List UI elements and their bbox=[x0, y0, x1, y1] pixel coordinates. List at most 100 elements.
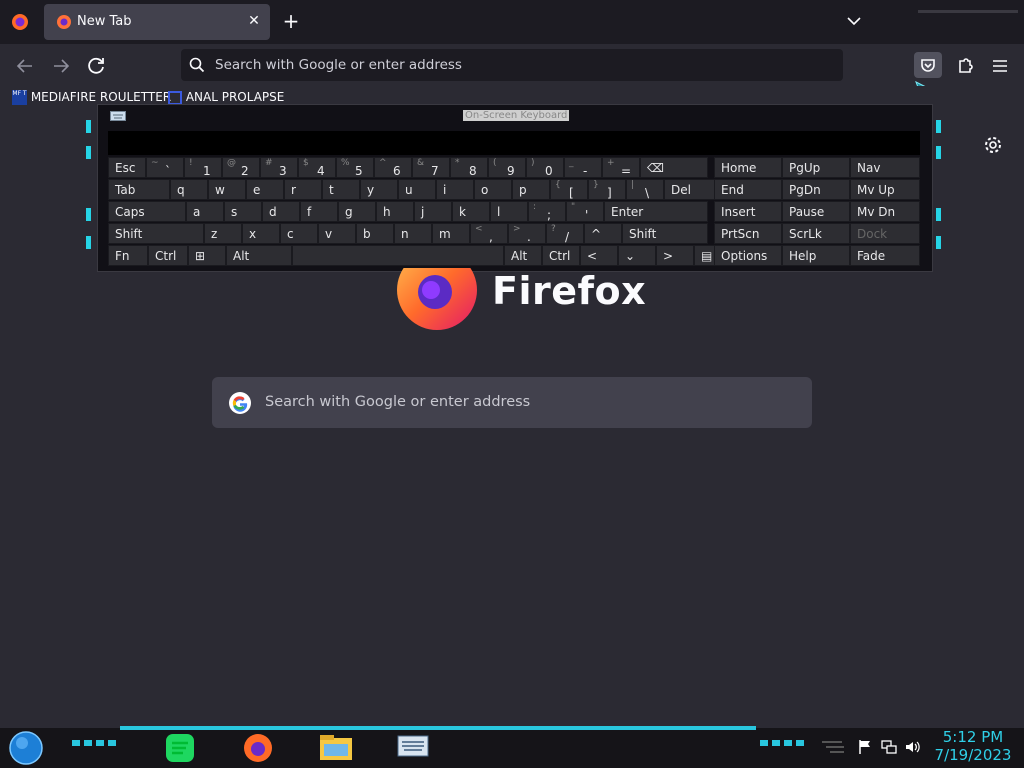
bookmark-item[interactable]: ANAL PROLAPSE bbox=[168, 90, 284, 105]
osk-key[interactable]: l bbox=[490, 201, 528, 222]
osk-key[interactable]: d bbox=[262, 201, 300, 222]
osk-key[interactable]: Ctrl bbox=[148, 245, 188, 266]
osk-side-key[interactable]: Insert bbox=[714, 201, 782, 222]
osk-key[interactable]: Fn bbox=[108, 245, 148, 266]
osk-key[interactable]: + = bbox=[602, 157, 640, 178]
osk-side-key[interactable]: Fade bbox=[850, 245, 920, 266]
osk-key[interactable] bbox=[292, 245, 504, 266]
spotify-icon[interactable] bbox=[160, 730, 200, 766]
network-icon[interactable] bbox=[880, 738, 898, 756]
file-explorer-icon[interactable] bbox=[316, 730, 356, 766]
osk-key[interactable]: ^ 6 bbox=[374, 157, 412, 178]
forward-icon[interactable] bbox=[48, 53, 74, 79]
osk-key[interactable]: s bbox=[224, 201, 262, 222]
osk-side-key[interactable]: Options bbox=[714, 245, 782, 266]
osk-key[interactable]: Esc bbox=[108, 157, 146, 178]
osk-key[interactable]: Ctrl bbox=[542, 245, 580, 266]
osk-key[interactable]: Shift bbox=[108, 223, 204, 244]
osk-key[interactable]: Del bbox=[664, 179, 716, 200]
osk-key[interactable]: @2 bbox=[222, 157, 260, 178]
flag-icon[interactable] bbox=[856, 738, 874, 756]
osk-key[interactable]: t bbox=[322, 179, 360, 200]
osk-key[interactable]: n bbox=[394, 223, 432, 244]
osk-key[interactable]: Alt bbox=[504, 245, 542, 266]
pocket-button[interactable] bbox=[914, 52, 942, 78]
osk-key[interactable]: g bbox=[338, 201, 376, 222]
osk-key[interactable]: * 8 bbox=[450, 157, 488, 178]
osk-key[interactable]: _ - bbox=[564, 157, 602, 178]
osk-key[interactable]: ) 0 bbox=[526, 157, 564, 178]
firefox-taskbar-icon[interactable] bbox=[238, 730, 278, 766]
newtab-search-box[interactable]: Search with Google or enter address bbox=[212, 377, 812, 428]
extensions-icon[interactable] bbox=[952, 53, 978, 79]
osk-key[interactable]: b bbox=[356, 223, 394, 244]
osk-key[interactable]: ^ bbox=[584, 223, 622, 244]
osk-key[interactable]: " ' bbox=[566, 201, 604, 222]
osk-side-key[interactable]: End bbox=[714, 179, 782, 200]
osk-key[interactable]: a bbox=[186, 201, 224, 222]
osk-side-key[interactable]: PgUp bbox=[782, 157, 850, 178]
osk-side-key[interactable]: Nav bbox=[850, 157, 920, 178]
osk-key[interactable]: ⊞ bbox=[188, 245, 226, 266]
osk-key[interactable]: % 5 bbox=[336, 157, 374, 178]
osk-key[interactable]: ⌄ bbox=[618, 245, 656, 266]
osk-key[interactable]: f bbox=[300, 201, 338, 222]
osk-key[interactable]: ? / bbox=[546, 223, 584, 244]
osk-key[interactable]: Caps bbox=[108, 201, 186, 222]
osk-key[interactable]: $4 bbox=[298, 157, 336, 178]
osk-key[interactable]: #3 bbox=[260, 157, 298, 178]
osk-key[interactable]: & 7 bbox=[412, 157, 450, 178]
tab-new-tab[interactable]: New Tab ✕ bbox=[44, 4, 270, 40]
osk-side-key[interactable]: Mv Up bbox=[850, 179, 920, 200]
osk-key[interactable]: u bbox=[398, 179, 436, 200]
reload-icon[interactable] bbox=[83, 53, 109, 79]
osk-key[interactable]: r bbox=[284, 179, 322, 200]
osk-key[interactable]: (9 bbox=[488, 157, 526, 178]
osk-key[interactable]: c bbox=[280, 223, 318, 244]
osk-key[interactable]: Shift bbox=[622, 223, 708, 244]
system-clock[interactable]: 5:12 PM 7/19/2023 bbox=[930, 728, 1016, 764]
osk-key[interactable]: :; bbox=[528, 201, 566, 222]
osk-side-key[interactable]: PrtScn bbox=[714, 223, 782, 244]
osk-key[interactable]: ⌫ bbox=[640, 157, 708, 178]
firefox-menu-icon[interactable] bbox=[10, 12, 30, 32]
osk-side-key[interactable]: Home bbox=[714, 157, 782, 178]
osk-key[interactable]: Enter bbox=[604, 201, 708, 222]
osk-side-key[interactable]: Mv Dn bbox=[850, 201, 920, 222]
osk-side-key[interactable]: Dock bbox=[850, 223, 920, 244]
osk-key[interactable]: Alt bbox=[226, 245, 292, 266]
osk-key[interactable]: k bbox=[452, 201, 490, 222]
osk-key[interactable]: i bbox=[436, 179, 474, 200]
osk-key[interactable]: <, bbox=[470, 223, 508, 244]
osk-key[interactable]: > bbox=[656, 245, 694, 266]
menu-icon[interactable] bbox=[987, 53, 1013, 79]
osk-key[interactable]: >. bbox=[508, 223, 546, 244]
osk-key[interactable]: }] bbox=[588, 179, 626, 200]
osk-side-key[interactable]: ScrLk bbox=[782, 223, 850, 244]
url-bar[interactable]: Search with Google or enter address bbox=[181, 49, 843, 81]
close-tab-icon[interactable]: ✕ bbox=[244, 11, 264, 31]
osk-key[interactable]: ! 1 bbox=[184, 157, 222, 178]
osk-key[interactable]: e bbox=[246, 179, 284, 200]
osk-key[interactable]: p bbox=[512, 179, 550, 200]
gear-icon[interactable] bbox=[982, 134, 1004, 156]
osk-key[interactable]: y bbox=[360, 179, 398, 200]
osk-key[interactable]: z bbox=[204, 223, 242, 244]
osk-side-key[interactable]: PgDn bbox=[782, 179, 850, 200]
volume-icon[interactable] bbox=[904, 738, 922, 756]
osk-key[interactable]: v bbox=[318, 223, 356, 244]
chevron-down-icon[interactable] bbox=[843, 10, 865, 32]
osk-key[interactable]: m bbox=[432, 223, 470, 244]
new-tab-button[interactable]: + bbox=[280, 10, 302, 32]
osk-key[interactable]: j bbox=[414, 201, 452, 222]
osk-key[interactable]: ~ ` bbox=[146, 157, 184, 178]
osk-side-key[interactable]: Pause bbox=[782, 201, 850, 222]
osk-key[interactable]: | \ bbox=[626, 179, 664, 200]
osk-key[interactable]: q bbox=[170, 179, 208, 200]
back-icon[interactable] bbox=[12, 53, 38, 79]
osk-key[interactable]: w bbox=[208, 179, 246, 200]
bookmark-item[interactable]: MF T MEDIAFIRE ROULETTER bbox=[12, 90, 171, 105]
osk-side-key[interactable]: Help bbox=[782, 245, 850, 266]
osk-key[interactable]: {[ bbox=[550, 179, 588, 200]
osk-key[interactable]: x bbox=[242, 223, 280, 244]
